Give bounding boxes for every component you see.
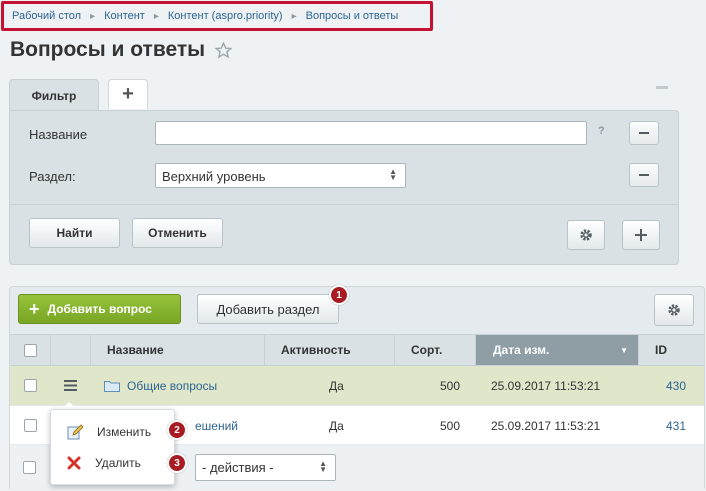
column-header-name[interactable]: Название (90, 335, 264, 365)
row-select-cell (10, 366, 50, 405)
step-badge-3: 3 (167, 453, 187, 473)
menu-item-delete-label: Удалить (95, 456, 141, 470)
filter-settings-button[interactable] (567, 220, 605, 250)
gear-icon (580, 229, 592, 241)
hamburger-icon (63, 380, 77, 391)
section-select[interactable]: Верхний уровень ▲ ▼ (155, 163, 406, 188)
row-checkbox[interactable] (23, 379, 37, 392)
page-title-block: Вопросы и ответы (10, 38, 233, 62)
breadcrumb-item-faq[interactable]: Вопросы и ответы (306, 10, 399, 22)
folder-icon (104, 380, 120, 392)
column-header-active[interactable]: Активность (264, 335, 394, 365)
filter-divider (10, 204, 678, 205)
section-select-value: Верхний уровень (162, 169, 266, 184)
column-header-id[interactable]: ID (638, 335, 704, 365)
row-menu-button[interactable] (50, 366, 90, 405)
plus-icon: + (29, 299, 40, 319)
breadcrumb-separator-icon: ▸ (90, 10, 96, 22)
add-filter-field-button[interactable] (622, 220, 660, 250)
group-actions-select[interactable]: - действия - ▲ ▼ (195, 454, 336, 481)
add-question-label: Добавить вопрос (47, 302, 152, 316)
breadcrumb: Рабочий стол ▸ Контент ▸ Контент (aspro.… (1, 1, 433, 31)
select-all-checkbox[interactable] (23, 343, 37, 357)
edit-icon (67, 424, 83, 440)
table-header: Название Активность Сорт. Дата изм. ▼ ID (10, 334, 704, 366)
row-name-cell: Общие вопросы (104, 366, 217, 405)
select-arrows-icon: ▲ ▼ (389, 167, 397, 182)
row-name-link[interactable]: Общие вопросы (127, 379, 217, 393)
group-actions-value: - действия - (202, 460, 274, 475)
column-header-sort[interactable]: Сорт. (394, 335, 475, 365)
star-icon[interactable] (215, 41, 233, 59)
minus-icon (639, 132, 649, 134)
step-badge-1: 1 (329, 285, 349, 305)
gear-icon (668, 304, 680, 316)
tab-filter[interactable]: Фильтр (9, 79, 99, 111)
remove-section-field-button[interactable] (629, 163, 659, 187)
step-badge-2: 2 (167, 420, 187, 440)
breadcrumb-item-desktop[interactable]: Рабочий стол (12, 10, 81, 22)
remove-name-field-button[interactable] (629, 121, 659, 145)
add-filter-tab-button[interactable]: + (108, 79, 148, 109)
name-label: Название (29, 127, 88, 142)
actions-column-header (50, 335, 90, 365)
minus-icon (639, 174, 649, 176)
column-header-date-label: Дата изм. (493, 343, 550, 357)
sort-desc-icon: ▼ (620, 345, 628, 355)
menu-item-delete[interactable]: Удалить (51, 449, 176, 477)
select-all-cell (10, 335, 50, 365)
row-active: Да (329, 418, 344, 433)
page-title: Вопросы и ответы (10, 38, 206, 61)
section-label: Раздел: (29, 169, 76, 184)
row-id[interactable]: 431 (638, 406, 686, 445)
row-active: Да (329, 378, 344, 393)
table-row[interactable]: Общие вопросы Да 500 25.09.2017 11:53:21… (10, 366, 704, 405)
add-question-button[interactable]: + Добавить вопрос (18, 294, 181, 324)
collapse-filter-icon[interactable] (656, 86, 668, 89)
row-name-link[interactable]: ешений (195, 419, 238, 433)
row-select-cell (10, 406, 50, 445)
select-arrows-icon: ▲ ▼ (319, 459, 327, 474)
delete-icon (67, 456, 81, 470)
row-name-cell: ешений (195, 406, 238, 445)
row-sort: 500 (439, 378, 460, 393)
row-date: 25.09.2017 11:53:21 (491, 378, 601, 393)
select-all-footer-checkbox[interactable] (23, 461, 36, 474)
plus-icon (635, 229, 647, 241)
row-checkbox[interactable] (23, 419, 37, 432)
name-input[interactable] (155, 121, 587, 145)
row-sort: 500 (439, 418, 460, 433)
row-date: 25.09.2017 11:53:21 (491, 418, 601, 433)
cancel-button[interactable]: Отменить (132, 218, 223, 248)
menu-item-edit-label: Изменить (97, 425, 152, 439)
breadcrumb-item-content-aspro[interactable]: Контент (aspro.priority) (168, 10, 283, 22)
breadcrumb-separator-icon: ▸ (291, 10, 297, 22)
add-section-button[interactable]: Добавить раздел (197, 294, 339, 324)
breadcrumb-item-content[interactable]: Контент (104, 10, 145, 22)
list-settings-button[interactable] (654, 294, 694, 326)
find-button[interactable]: Найти (29, 218, 120, 248)
help-icon[interactable]: ? (598, 125, 605, 137)
row-context-menu: Изменить Удалить (50, 409, 175, 485)
column-header-date[interactable]: Дата изм. ▼ (475, 335, 638, 365)
breadcrumb-separator-icon: ▸ (153, 10, 159, 22)
menu-item-edit[interactable]: Изменить (51, 418, 176, 446)
row-id[interactable]: 430 (638, 366, 686, 405)
